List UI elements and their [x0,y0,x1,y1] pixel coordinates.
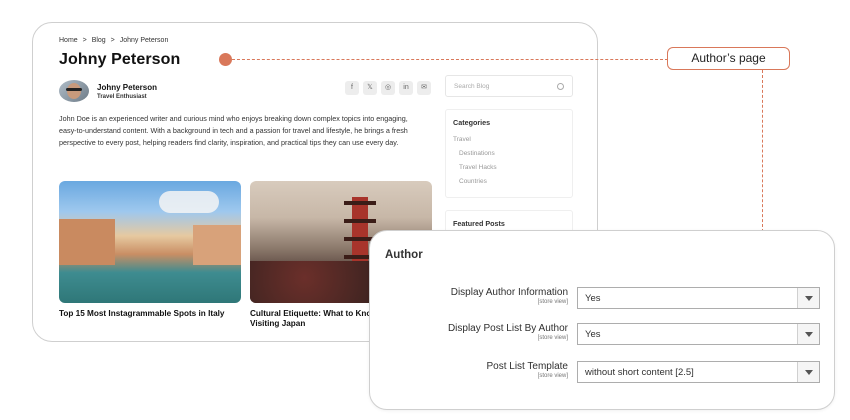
author-role: Travel Enthusiast [97,93,147,100]
setting-label: Display Post List By Author [447,323,568,334]
breadcrumb-separator: > [110,37,115,44]
social-links: f 𝕏 ◎ in ✉ [345,81,431,95]
linkedin-icon[interactable]: in [399,81,413,95]
search-placeholder: Search Blog [454,82,490,90]
setting-post-list-template: Post List Template [store view] without … [370,361,836,385]
category-item[interactable]: Travel Hacks [453,161,565,175]
screenshot-stage: Home > Blog > Johny Peterson Johny Peter… [0,0,850,420]
display-author-information-select[interactable]: Yes [577,287,820,309]
authors-page-callout: Author’s page [667,47,790,70]
settings-section-title: Author [385,249,423,261]
callout-connector-horizontal [232,59,668,60]
search-input[interactable]: Search Blog [445,75,573,97]
select-value: without short content [2.5] [585,367,694,378]
post-title[interactable]: Top 15 Most Instagrammable Spots in Ital… [59,309,241,319]
post-card[interactable]: Top 15 Most Instagrammable Spots in Ital… [59,181,241,319]
breadcrumb-home[interactable]: Home [59,37,78,44]
author-settings-panel: Author Display Author Information [store… [369,230,835,410]
post-thumbnail[interactable] [59,181,241,303]
categories-widget: Categories Travel Destinations Travel Ha… [445,109,573,198]
breadcrumb-current: Johny Peterson [119,37,169,44]
x-icon[interactable]: 𝕏 [363,81,377,95]
avatar [59,80,89,102]
setting-display-post-list-by-author: Display Post List By Author [store view]… [370,323,836,347]
search-icon[interactable] [557,82,564,90]
facebook-icon[interactable]: f [345,81,359,95]
setting-label: Post List Template [486,361,568,372]
chevron-down-icon[interactable] [797,324,819,344]
author-name: Johny Peterson [97,82,158,92]
callout-connector-vertical [762,70,763,232]
callout-marker-dot [219,53,232,66]
setting-scope: [store view] [537,373,568,379]
setting-label: Display Author Information [450,287,568,298]
category-item[interactable]: Destinations [453,147,565,161]
blog-sidebar: Search Blog Categories Travel Destinatio… [445,75,573,243]
email-icon[interactable]: ✉ [417,81,431,95]
breadcrumb: Home > Blog > Johny Peterson [59,37,171,44]
page-title: Johny Peterson [59,51,181,68]
breadcrumb-separator: > [82,37,87,44]
setting-scope: [store view] [537,335,568,341]
breadcrumb-blog[interactable]: Blog [92,37,106,44]
setting-scope: [store view] [537,299,568,305]
author-info: Johny Peterson Travel Enthusiast [59,80,157,102]
chevron-down-icon[interactable] [797,288,819,308]
category-item[interactable]: Countries [453,175,565,189]
select-value: Yes [585,329,601,340]
display-post-list-by-author-select[interactable]: Yes [577,323,820,345]
author-bio: John Doe is an experienced writer and cu… [59,114,408,147]
instagram-icon[interactable]: ◎ [381,81,395,95]
post-list-template-select[interactable]: without short content [2.5] [577,361,820,383]
featured-posts-heading: Featured Posts [453,219,505,228]
setting-display-author-information: Display Author Information [store view] … [370,287,836,311]
chevron-down-icon[interactable] [797,362,819,382]
categories-heading: Categories [453,118,491,127]
select-value: Yes [585,293,601,304]
category-item[interactable]: Travel [453,133,565,147]
